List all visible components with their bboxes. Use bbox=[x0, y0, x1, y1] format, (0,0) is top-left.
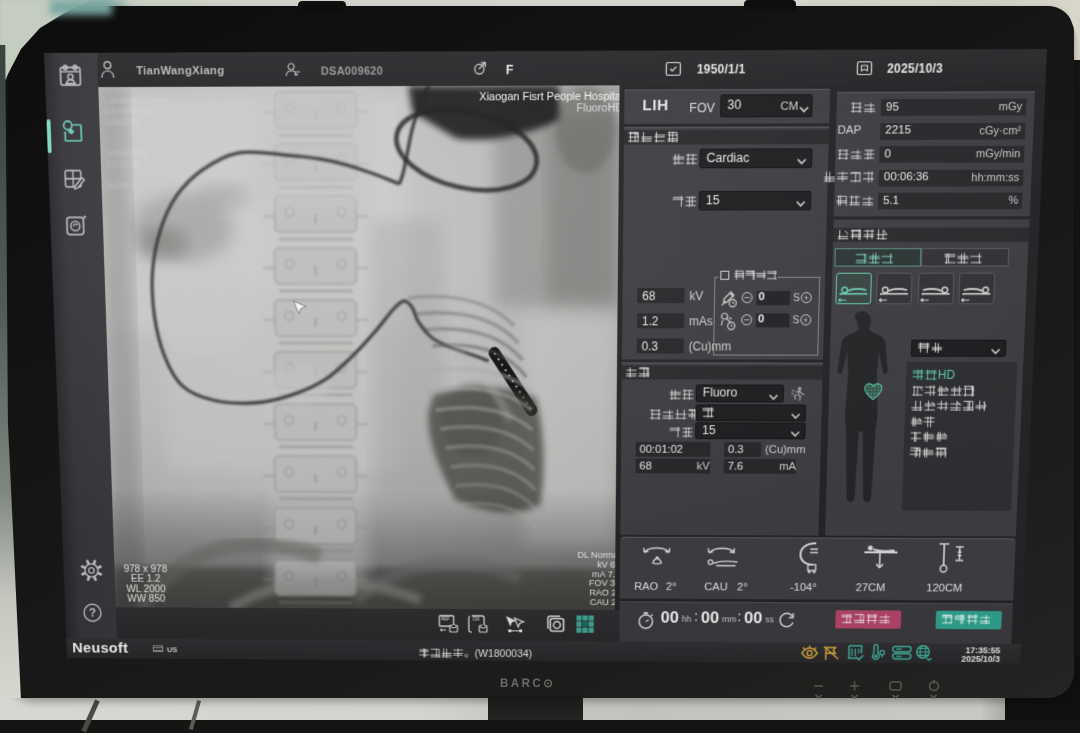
svg-text:REF: REF bbox=[441, 617, 450, 622]
svg-text:FluoroHD: FluoroHD bbox=[576, 102, 619, 114]
svg-text:?: ? bbox=[89, 607, 97, 620]
svg-text:LianWangXiang: LianWangXiang bbox=[103, 95, 169, 106]
svg-text:2025/10/3: 2025/10/3 bbox=[105, 148, 147, 159]
svg-text:CAU 2°: CAU 2° bbox=[589, 597, 619, 608]
svg-text:1950/1/1: 1950/1/1 bbox=[104, 117, 141, 128]
svg-text:WW 850: WW 850 bbox=[127, 594, 165, 605]
svg-text:CM: CM bbox=[473, 617, 480, 622]
svg-text:DSA009620: DSA009620 bbox=[103, 106, 154, 117]
svg-text:SUM 1: SUM 1 bbox=[106, 181, 135, 192]
svg-text:17:37:31: 17:37:31 bbox=[105, 159, 141, 170]
